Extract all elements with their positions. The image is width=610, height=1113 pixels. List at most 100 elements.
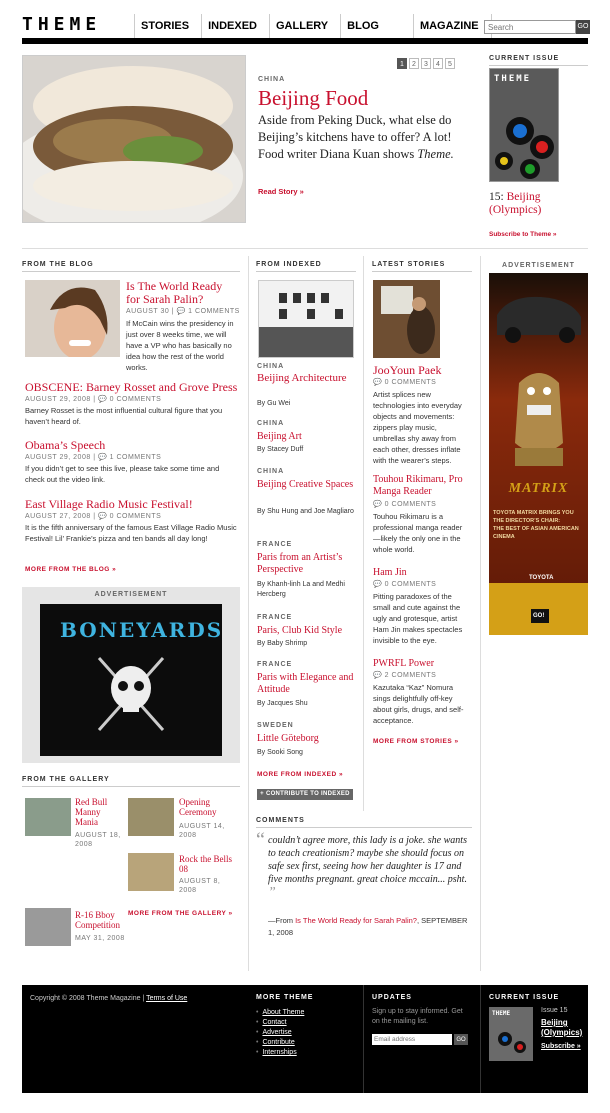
ad-copy-line: THE DIRECTOR’S CHAIR: <box>493 518 561 524</box>
updates-text: Sign up to stay informed. Get on the mai… <box>372 1008 463 1025</box>
nav-gallery[interactable]: GALLERY <box>269 14 340 40</box>
pager-page-3[interactable]: 3 <box>421 58 431 69</box>
indexed-title[interactable]: Paris from an Artist’s Perspective <box>257 552 357 576</box>
ad-go-button[interactable]: GO! <box>533 613 544 619</box>
pager-page-4[interactable]: 4 <box>433 58 443 69</box>
pager-page-2[interactable]: 2 <box>409 58 419 69</box>
latest-comments-count: 2 COMMENTS <box>384 672 437 679</box>
blog-post-thumbnail[interactable] <box>25 280 120 357</box>
blog-post-comments[interactable]: 1 COMMENTS <box>110 454 162 461</box>
hero-kicker: CHINA <box>258 76 286 83</box>
header-bar <box>22 38 588 44</box>
hero-title[interactable]: Beijing Food <box>258 86 368 111</box>
comment-icon: 💬 <box>97 513 108 520</box>
footer-link-internships[interactable]: Internships <box>262 1049 296 1056</box>
gallery-thumbnail[interactable] <box>25 798 71 836</box>
email-go-button[interactable]: GO <box>454 1034 468 1045</box>
indexed-thumbnail[interactable] <box>258 280 354 358</box>
search-go-button[interactable]: GO <box>576 20 590 34</box>
comment-icon: 💬 <box>373 581 383 588</box>
ad-banner[interactable]: BONEYARDS <box>40 604 222 756</box>
nav-stories[interactable]: STORIES <box>134 14 201 40</box>
latest-title[interactable]: PWRFL Power <box>373 658 434 669</box>
latest-title[interactable]: Touhou Rikimaru, Pro Manga Reader <box>373 474 473 498</box>
blog-post-excerpt: Barney Rosset is the most influential cu… <box>25 406 223 426</box>
more-from-stories-link[interactable]: MORE FROM STORIES » <box>373 738 459 745</box>
pager-page-1[interactable]: 1 <box>397 58 407 69</box>
comment-from-prefix: —From <box>268 916 296 925</box>
comment-article-link[interactable]: Is The World Ready for Sarah Palin? <box>295 916 417 925</box>
indexed-title[interactable]: Little Göteborg <box>257 733 357 745</box>
more-from-indexed-link[interactable]: MORE FROM INDEXED » <box>257 771 343 778</box>
latest-comments[interactable]: 💬 0 COMMENTS <box>373 500 436 508</box>
read-story-link[interactable]: Read Story » <box>258 187 304 196</box>
latest-title[interactable]: JooYoun Paek <box>373 363 441 378</box>
ad-brand: MATRIX <box>508 481 569 496</box>
quote-open-icon: “ <box>256 829 265 851</box>
gallery-thumbnail[interactable] <box>128 853 174 891</box>
latest-thumbnail[interactable] <box>373 280 440 358</box>
indexed-title[interactable]: Beijing Architecture <box>257 372 357 384</box>
subscribe-link[interactable]: Subscribe to Theme » <box>489 231 557 238</box>
indexed-byline: By Sooki Song <box>257 749 303 756</box>
more-from-gallery-link[interactable]: MORE FROM THE GALLERY » <box>128 910 233 917</box>
blog-post-meta: AUGUST 29, 2008 | 💬 0 COMMENTS <box>25 396 162 403</box>
blog-post-comments[interactable]: 0 COMMENTS <box>110 513 162 520</box>
column-divider <box>248 256 249 971</box>
terms-link[interactable]: Terms of Use <box>146 995 187 1002</box>
current-issue-cover[interactable]: THEME <box>489 68 559 182</box>
footer-subscribe-link[interactable]: Subscribe » <box>541 1043 581 1050</box>
issue-number: 15: <box>489 191 504 203</box>
gallery-item-title[interactable]: Opening Ceremony <box>179 797 234 817</box>
hero-dek: Aside from Peking Duck, what else do Bei… <box>258 112 468 163</box>
blog-post-title[interactable]: OBSCENE: Barney Rosset and Grove Press <box>25 380 237 395</box>
gallery-item-title[interactable]: Red Bull Manny Mania <box>75 797 125 827</box>
blog-post-meta: AUGUST 27, 2008 | 💬 0 COMMENTS <box>25 513 162 520</box>
comments-heading: COMMENTS <box>256 817 472 828</box>
gallery-item-title[interactable]: Rock the Bells 08 <box>179 854 234 874</box>
current-issue-title[interactable]: 15: Beijing (Olympics) <box>489 191 588 217</box>
email-input[interactable] <box>372 1034 452 1045</box>
updates-heading: UPDATES <box>372 994 412 1001</box>
blog-post-title[interactable]: Is The World Ready for Sarah Palin? <box>126 280 238 306</box>
latest-comments[interactable]: 💬 2 COMMENTS <box>373 671 436 679</box>
nav-indexed[interactable]: INDEXED <box>201 14 269 40</box>
latest-comments[interactable]: 💬 0 COMMENTS <box>373 580 436 588</box>
comment-icon: 💬 <box>97 454 108 461</box>
gallery-thumbnail[interactable] <box>25 908 71 946</box>
gallery-thumbnail[interactable] <box>128 798 174 836</box>
gallery-item-title[interactable]: R-16 Bboy Competition <box>75 910 127 930</box>
column-divider <box>480 256 481 971</box>
ad-copy-line: THE BEST OF ASIAN AMERICAN CINEMA <box>493 526 579 540</box>
latest-title[interactable]: Ham Jin <box>373 567 407 578</box>
footer-issue-title[interactable]: Beijing (Olympics) <box>541 1018 589 1038</box>
blog-post-title[interactable]: Obama’s Speech <box>25 438 105 453</box>
latest-comments-count: 0 COMMENTS <box>384 501 437 508</box>
blog-post-date: AUGUST 29, 2008 <box>25 454 91 461</box>
hero-image[interactable] <box>22 55 246 223</box>
more-from-blog-link[interactable]: MORE FROM THE BLOG » <box>25 566 116 573</box>
nav-blog[interactable]: BLOG <box>340 14 413 40</box>
indexed-title[interactable]: Beijing Art <box>257 431 357 443</box>
pager-page-5[interactable]: 5 <box>445 58 455 69</box>
latest-comments[interactable]: 💬 0 COMMENTS <box>373 378 436 386</box>
blog-post-date: AUGUST 29, 2008 <box>25 396 91 403</box>
indexed-title[interactable]: Paris, Club Kid Style <box>257 625 357 637</box>
nav-magazine[interactable]: MAGAZINE <box>412 14 491 40</box>
site-logo[interactable]: THEME <box>22 14 101 35</box>
blog-post-excerpt: It is the fifth anniversary of the famou… <box>25 523 237 543</box>
blog-post-comments[interactable]: 1 COMMENTS <box>188 308 240 315</box>
footer-link-about[interactable]: About Theme <box>262 1009 304 1016</box>
footer-link-contribute[interactable]: Contribute <box>262 1039 294 1046</box>
indexed-title[interactable]: Paris with Elegance and Attitude <box>257 672 357 696</box>
footer-link-advertise[interactable]: Advertise <box>262 1029 291 1036</box>
search-input[interactable] <box>484 20 576 34</box>
ad-banner-right[interactable]: MATRIX TOYOTA MATRIX BRINGS YOU THE DIRE… <box>489 273 588 635</box>
footer-issue-cover[interactable]: THEME <box>489 1007 533 1061</box>
contribute-button[interactable]: + CONTRIBUTE TO INDEXED <box>257 789 353 800</box>
indexed-title[interactable]: Beijing Creative Spaces <box>257 479 357 491</box>
blog-post-title[interactable]: East Village Radio Music Festival! <box>25 497 193 512</box>
footer-link-contact[interactable]: Contact <box>262 1019 286 1026</box>
indexed-byline: By Khanh-linh La and Medhi Hercberg <box>257 581 345 598</box>
blog-post-comments[interactable]: 0 COMMENTS <box>110 396 162 403</box>
